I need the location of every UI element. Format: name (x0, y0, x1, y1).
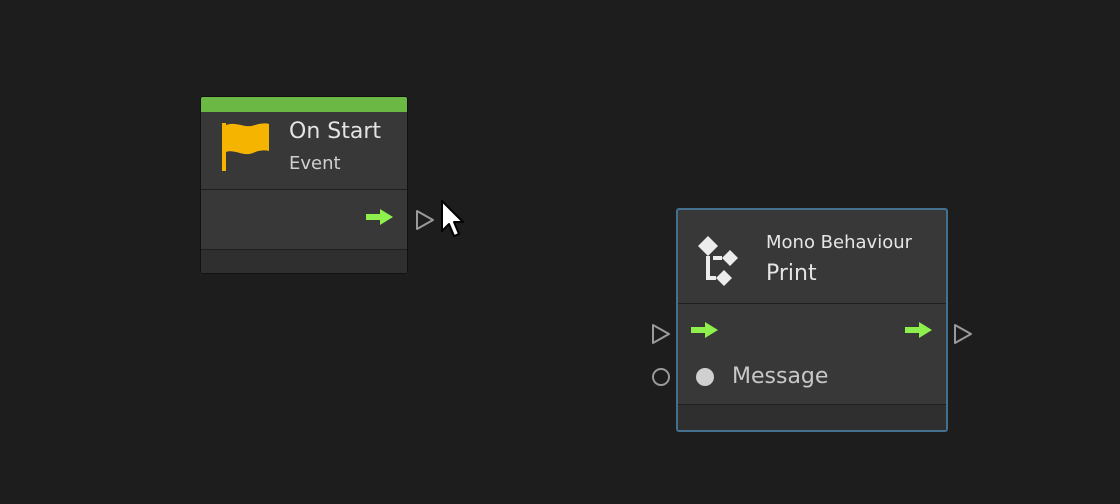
on-start-node[interactable]: On Start Event (200, 96, 408, 274)
flag-icon (219, 119, 273, 173)
mouse-cursor-icon (440, 199, 466, 243)
node-category: Mono Behaviour (766, 232, 913, 253)
flow-output-port-icon[interactable] (952, 322, 974, 350)
node-title: Print (766, 261, 817, 286)
flow-output-port-icon[interactable] (414, 208, 436, 236)
flow-input-port-icon[interactable] (650, 322, 672, 350)
value-input-port-icon[interactable] (650, 366, 672, 392)
flow-output-arrow-icon[interactable] (365, 207, 395, 231)
value-input-dot-icon[interactable] (694, 366, 716, 392)
event-color-bar (201, 97, 407, 112)
node-subtitle: Event (289, 153, 341, 174)
graph-canvas[interactable]: On Start Event Mono Behaviour Print Mess… (0, 0, 1120, 504)
flow-input-arrow-icon[interactable] (690, 320, 720, 344)
mono-behaviour-icon (692, 230, 748, 290)
flow-output-arrow-icon[interactable] (904, 320, 934, 344)
input-label-message: Message (732, 364, 829, 389)
node-title: On Start (289, 119, 381, 144)
print-node[interactable]: Mono Behaviour Print Message (676, 208, 948, 432)
